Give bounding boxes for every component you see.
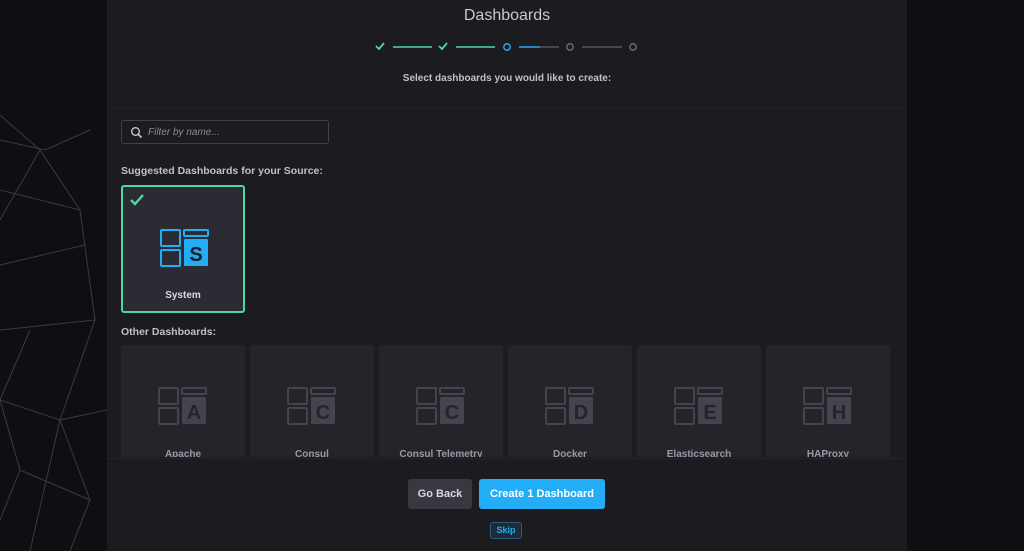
svg-text:E: E bbox=[703, 402, 716, 424]
svg-text:A: A bbox=[187, 402, 201, 424]
consul-dashboard-icon: C bbox=[287, 387, 336, 425]
selected-check-icon bbox=[130, 194, 144, 206]
other-dashboards-list[interactable]: A Apache C Consul C Consul Telemetry D D… bbox=[121, 345, 893, 457]
dashboard-card-apache[interactable]: A Apache bbox=[121, 345, 245, 457]
wizard-footer: Go Back Create 1 Dashboard Skip bbox=[107, 458, 907, 551]
wizard-subtitle: Select dashboards you would like to crea… bbox=[402, 73, 612, 84]
dashboard-card-name: System bbox=[165, 290, 201, 301]
skip-button[interactable]: Skip bbox=[490, 522, 522, 539]
svg-text:C: C bbox=[316, 402, 330, 424]
dashboard-card-name: Elasticsearch bbox=[666, 449, 732, 457]
other-section-label: Other Dashboards: bbox=[121, 326, 217, 338]
haproxy-dashboard-icon: H bbox=[803, 387, 852, 425]
step-2-complete-icon bbox=[438, 42, 448, 51]
dashboard-card-docker[interactable]: D Docker bbox=[508, 345, 632, 457]
step-4-pending-icon bbox=[566, 43, 574, 51]
dashboard-card-name: Consul Telemetry bbox=[399, 449, 483, 457]
apache-dashboard-icon: A bbox=[158, 387, 207, 425]
dashboard-card-name: Apache bbox=[164, 449, 202, 457]
svg-text:D: D bbox=[574, 402, 588, 424]
filter-input[interactable] bbox=[148, 125, 323, 140]
step-1-complete-icon bbox=[375, 42, 385, 51]
svg-text:H: H bbox=[832, 402, 846, 424]
consul-telemetry-dashboard-icon: C bbox=[416, 387, 465, 425]
dashboard-card-name: Consul bbox=[295, 449, 329, 457]
filter-field[interactable] bbox=[121, 120, 329, 144]
dashboard-card-consul[interactable]: C Consul bbox=[250, 345, 374, 457]
svg-text:C: C bbox=[445, 402, 459, 424]
step-3-current-icon bbox=[503, 43, 511, 51]
dashboard-card-system[interactable]: S System bbox=[121, 185, 245, 313]
suggested-section-label: Suggested Dashboards for your Source: bbox=[121, 165, 323, 177]
elasticsearch-dashboard-icon: E bbox=[674, 387, 723, 425]
wizard-header: Dashboards Select dashboards you would l… bbox=[107, 0, 907, 108]
dashboard-card-name: HAProxy bbox=[806, 449, 850, 457]
system-dashboard-icon: S bbox=[160, 229, 209, 267]
search-icon bbox=[131, 127, 143, 139]
step-5-pending-icon bbox=[629, 43, 637, 51]
go-back-button[interactable]: Go Back bbox=[408, 479, 472, 509]
dashboard-card-name: Docker bbox=[553, 449, 587, 457]
docker-dashboard-icon: D bbox=[545, 387, 594, 425]
create-dashboard-button[interactable]: Create 1 Dashboard bbox=[479, 479, 605, 509]
dashboard-card-haproxy[interactable]: H HAProxy bbox=[766, 345, 890, 457]
step-progress bbox=[375, 42, 637, 51]
system-icon-letter: S bbox=[189, 244, 202, 266]
page-title: Dashboards bbox=[463, 7, 551, 24]
dashboard-card-consul-telemetry[interactable]: C Consul Telemetry bbox=[379, 345, 503, 457]
dashboard-card-elasticsearch[interactable]: E Elasticsearch bbox=[637, 345, 761, 457]
wizard-panel: Dashboards Select dashboards you would l… bbox=[107, 0, 907, 551]
